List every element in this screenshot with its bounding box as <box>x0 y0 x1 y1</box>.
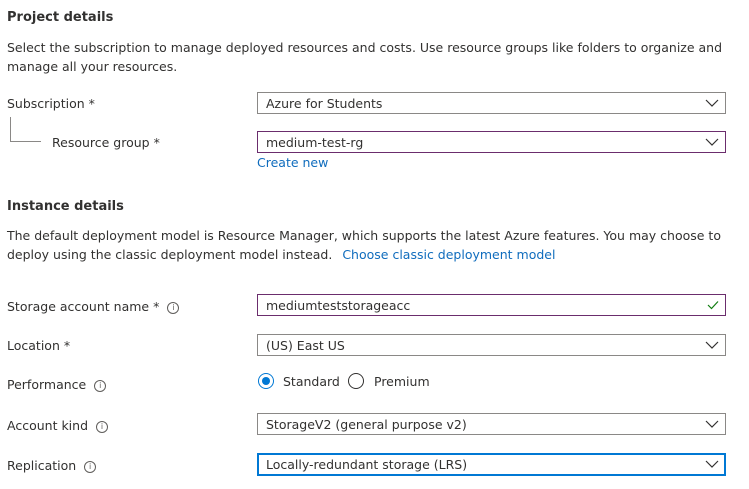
subscription-dropdown[interactable]: Azure for Students <box>257 92 726 114</box>
info-icon[interactable]: i <box>94 380 107 392</box>
performance-text: Performance <box>7 377 87 392</box>
instance-details-description: The default deployment model is Resource… <box>7 226 742 264</box>
chevron-down-icon <box>705 138 719 146</box>
account-kind-label: Account kind i <box>7 418 109 433</box>
classic-deployment-link[interactable]: Choose classic deployment model <box>342 247 555 262</box>
storage-account-name-text: Storage account name * <box>7 299 160 314</box>
performance-premium-radio[interactable] <box>348 373 364 389</box>
location-value: (US) East US <box>266 338 345 353</box>
info-icon[interactable]: i <box>167 302 180 314</box>
performance-premium-label[interactable]: Premium <box>374 374 430 389</box>
replication-label: Replication i <box>7 458 97 473</box>
account-kind-dropdown[interactable]: StorageV2 (general purpose v2) <box>257 413 726 435</box>
storage-account-name-value: mediumteststorageacc <box>266 298 411 313</box>
radio-selected-dot <box>262 377 270 385</box>
project-details-description: Select the subscription to manage deploy… <box>7 40 723 74</box>
account-kind-value: StorageV2 (general purpose v2) <box>266 417 467 432</box>
replication-dropdown[interactable]: Locally-redundant storage (LRS) <box>257 453 726 476</box>
performance-standard-radio[interactable] <box>258 373 274 389</box>
chevron-down-icon <box>705 460 719 468</box>
account-kind-text: Account kind <box>7 418 89 433</box>
chevron-down-icon <box>705 341 719 349</box>
info-icon[interactable]: i <box>96 421 109 433</box>
info-icon[interactable]: i <box>84 461 97 473</box>
storage-account-name-label: Storage account name * i <box>7 299 180 314</box>
chevron-down-icon <box>705 420 719 428</box>
replication-value: Locally-redundant storage (LRS) <box>266 457 468 472</box>
subscription-value: Azure for Students <box>266 96 383 111</box>
instance-details-heading: Instance details <box>7 199 124 214</box>
replication-text: Replication <box>7 458 77 473</box>
chevron-down-icon <box>705 99 719 107</box>
performance-standard-label[interactable]: Standard <box>283 374 340 389</box>
checkmark-icon <box>707 301 719 310</box>
subscription-label: Subscription * <box>7 96 95 111</box>
tree-connector <box>10 117 41 142</box>
project-details-heading: Project details <box>7 10 114 25</box>
resource-group-value: medium-test-rg <box>266 135 364 150</box>
resource-group-dropdown[interactable]: medium-test-rg <box>257 131 726 153</box>
resource-group-label: Resource group * <box>52 135 160 150</box>
performance-label: Performance i <box>7 377 107 392</box>
location-dropdown[interactable]: (US) East US <box>257 334 726 356</box>
storage-account-name-input[interactable]: mediumteststorageacc <box>257 294 726 316</box>
create-new-link[interactable]: Create new <box>257 155 328 170</box>
location-label: Location * <box>7 338 71 353</box>
